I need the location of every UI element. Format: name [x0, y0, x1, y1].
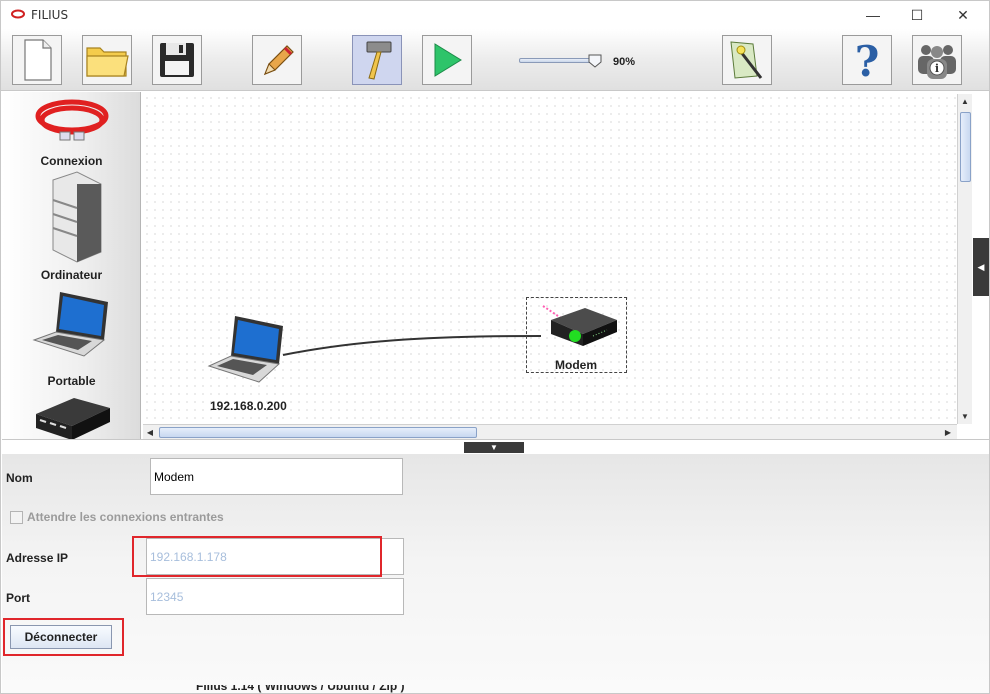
close-button[interactable]: ✕ [941, 1, 985, 29]
magic-wand-icon [730, 41, 763, 79]
simulation-mode-button[interactable] [422, 35, 472, 85]
question-mark-icon: ? [855, 38, 880, 82]
component-palette: Connexion Ordinateur Portable [2, 92, 141, 439]
laptop-node-label: 192.168.0.200 [210, 399, 287, 413]
panel-collapse-toggle[interactable]: ▼ [464, 442, 524, 453]
zoom-level-label: 90% [613, 56, 636, 68]
zoom-slider-thumb[interactable] [588, 54, 602, 68]
scroll-up-icon[interactable]: ▲ [958, 94, 972, 108]
info-people-icon: i [918, 45, 956, 79]
minimize-icon: — [866, 7, 880, 23]
palette-item-switch[interactable] [2, 394, 140, 439]
svg-text:i: i [935, 62, 939, 75]
canvas-horizontal-scrollbar[interactable]: ◀ ▶ [143, 424, 957, 439]
svg-text:?: ? [855, 38, 880, 82]
palette-label: Connexion [40, 154, 103, 168]
folder-icon [86, 47, 129, 77]
window-title: FILIUS [31, 8, 69, 22]
side-panel-toggle[interactable]: ◀ [973, 238, 989, 296]
filius-window: FILIUS — ☐ ✕ 90% ? i Connexion Ordinateu… [0, 0, 990, 694]
new-file-button[interactable] [12, 35, 62, 85]
filius-logo-icon [11, 9, 25, 19]
palette-item-portable[interactable]: Portable [2, 288, 140, 388]
laptop-icon [31, 292, 108, 357]
zoom-slider-track[interactable] [519, 58, 599, 63]
vertical-scroll-thumb[interactable] [960, 112, 971, 182]
wait-connections-checkbox[interactable] [10, 510, 23, 524]
title-bar: FILIUS — ☐ ✕ [1, 1, 989, 29]
switch-icon [35, 398, 110, 439]
wait-connections-label: Attendre les connexions entrantes [27, 510, 224, 524]
modem-node[interactable]: Modem [526, 297, 627, 373]
scroll-right-icon[interactable]: ▶ [941, 425, 955, 439]
cable-icon [35, 99, 108, 141]
status-text: Filius 1.14 ( Windows / Ubuntu / Zip ) [196, 685, 405, 693]
port-field[interactable]: 12345 [146, 578, 404, 615]
help-button[interactable]: ? [842, 35, 892, 85]
port-label: Port [6, 591, 30, 605]
network-canvas[interactable]: 192.168.0.200 Modem [143, 94, 957, 424]
save-file-button[interactable] [152, 35, 202, 85]
name-label: Nom [6, 471, 33, 485]
canvas-vertical-scrollbar[interactable]: ▲ ▼ [957, 94, 972, 424]
palette-item-connexion[interactable]: Connexion [2, 94, 140, 168]
name-field[interactable]: Modem [150, 458, 403, 495]
modem-node-label: Modem [555, 358, 597, 372]
palette-label: Portable [47, 374, 96, 388]
toolbar: 90% ? i [1, 29, 989, 91]
design-mode-button[interactable] [252, 35, 302, 85]
palette-item-ordinateur[interactable]: Ordinateur [2, 170, 140, 282]
scroll-down-icon[interactable]: ▼ [958, 409, 972, 423]
ip-address-label: Adresse IP [6, 551, 69, 565]
wait-connections-checkbox-row[interactable]: Attendre les connexions entrantes [10, 510, 224, 524]
pencil-icon [263, 45, 294, 76]
scroll-left-icon[interactable]: ◀ [143, 425, 157, 439]
palette-label: Ordinateur [40, 268, 103, 282]
maximize-button[interactable]: ☐ [895, 1, 939, 29]
hammer-icon [366, 41, 392, 80]
about-button[interactable]: i [912, 35, 962, 85]
horizontal-scroll-thumb[interactable] [159, 427, 477, 438]
open-file-button[interactable] [82, 35, 132, 85]
wizard-button[interactable] [722, 35, 772, 85]
floppy-disk-icon [160, 43, 194, 77]
computer-tower-icon [52, 171, 101, 263]
ip-highlight-box [132, 536, 382, 577]
minimize-button[interactable]: — [851, 1, 895, 29]
laptop-icon[interactable] [205, 312, 291, 390]
build-mode-button[interactable] [352, 35, 402, 85]
chevron-down-icon: ▼ [490, 443, 498, 452]
close-icon: ✕ [957, 6, 969, 23]
modem-icon [542, 305, 617, 346]
maximize-icon: ☐ [910, 6, 924, 23]
play-icon [434, 43, 462, 77]
properties-panel: Nom Modem Attendre les connexions entran… [2, 454, 989, 693]
blank-document-icon [24, 39, 52, 81]
chevron-left-icon: ◀ [977, 261, 985, 272]
disconnect-highlight-box [3, 618, 124, 656]
